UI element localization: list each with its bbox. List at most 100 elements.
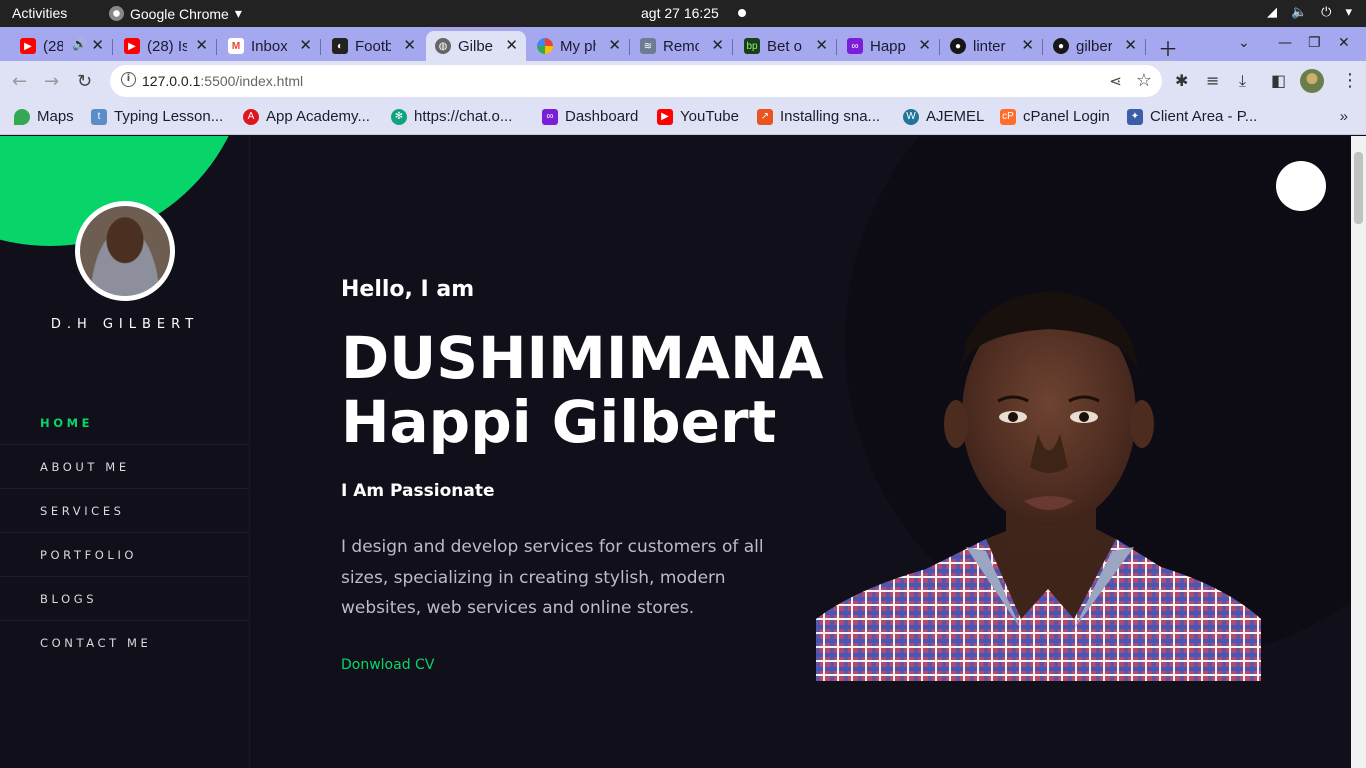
tab-title: linter bbox=[973, 37, 1006, 55]
gmail-icon: M bbox=[228, 38, 244, 54]
forward-icon[interactable]: → bbox=[44, 71, 59, 92]
close-window-icon[interactable]: ✕ bbox=[1338, 35, 1350, 51]
tab[interactable]: ≋ Remo ✕ bbox=[632, 31, 733, 61]
extensions-icon[interactable]: ✱ bbox=[1175, 71, 1188, 90]
address-bar[interactable]: i 127.0.0.1:5500/index.html ⋖ ☆ bbox=[110, 65, 1162, 97]
bookmark-item[interactable]: ✦ Client Area - P... bbox=[1127, 108, 1257, 125]
nav-item-blogs[interactable]: BLOGS bbox=[0, 577, 249, 621]
tab[interactable]: M Inbox ✕ bbox=[220, 31, 321, 61]
portrait-photo bbox=[816, 289, 1261, 681]
nav-item-contact-me[interactable]: CONTACT ME bbox=[0, 621, 249, 665]
close-tab-icon[interactable]: ✕ bbox=[195, 36, 208, 54]
close-tab-icon[interactable]: ✕ bbox=[299, 36, 312, 54]
maximize-icon[interactable]: ❐ bbox=[1308, 35, 1321, 51]
nav-item-home[interactable]: HOME bbox=[0, 401, 249, 445]
close-tab-icon[interactable]: ✕ bbox=[815, 36, 828, 54]
tab-title: Bet or bbox=[767, 37, 803, 55]
reload-icon[interactable]: ↻ bbox=[77, 71, 92, 92]
tab-title: Happ bbox=[870, 37, 906, 55]
bookmark-item[interactable]: ↗ Installing sna... bbox=[757, 108, 880, 125]
close-tab-icon[interactable]: ✕ bbox=[403, 36, 416, 54]
tab[interactable]: My ph ✕ bbox=[529, 31, 630, 61]
new-tab-icon[interactable]: ＋ bbox=[1158, 33, 1178, 62]
bookmark-label: Installing sna... bbox=[780, 108, 881, 125]
close-tab-icon[interactable]: ✕ bbox=[505, 36, 518, 54]
site-info-icon[interactable]: i bbox=[121, 72, 136, 87]
nav-item-about-me[interactable]: ABOUT ME bbox=[0, 445, 249, 489]
bookmark-label: cPanel Login bbox=[1023, 108, 1110, 125]
nav-item-portfolio[interactable]: PORTFOLIO bbox=[0, 533, 249, 577]
bookmark-item[interactable]: cP cPanel Login bbox=[1000, 108, 1110, 125]
audio-playing-icon[interactable]: 🔊 bbox=[72, 37, 87, 51]
power-icon: ⏻ bbox=[1321, 4, 1332, 19]
hero-name: DUSHIMIMANA Happi Gilbert bbox=[341, 326, 823, 454]
hero-description: I design and develop services for custom… bbox=[341, 537, 764, 618]
app-name-label: Google Chrome bbox=[130, 5, 229, 22]
close-tab-icon[interactable]: ✕ bbox=[711, 36, 724, 54]
scrollbar-thumb[interactable] bbox=[1354, 152, 1363, 224]
tab-strip: ▶ (28 🔊 ✕ ▶ (28) Is ✕ M Inbox ✕ ◐ Footb … bbox=[0, 27, 1366, 61]
page-scrollbar[interactable] bbox=[1351, 136, 1366, 768]
bookmarks-bar: Maps t Typing Lesson... A App Academy... ✻… bbox=[0, 101, 1366, 135]
openai-icon: ✻ bbox=[391, 108, 407, 125]
tab-search-icon[interactable]: ⌄ bbox=[1238, 35, 1250, 51]
tab-separator bbox=[216, 39, 217, 55]
minimize-icon[interactable]: — bbox=[1278, 35, 1292, 51]
close-tab-icon[interactable]: ✕ bbox=[1021, 36, 1034, 54]
app-academy-icon: A bbox=[243, 108, 259, 125]
tab[interactable]: ● gilber ✕ bbox=[1045, 31, 1146, 61]
close-tab-icon[interactable]: ✕ bbox=[918, 36, 931, 54]
system-tray[interactable]: ◢ 🔈 ⏻ ▾ bbox=[1267, 4, 1352, 20]
chrome-icon bbox=[109, 6, 124, 21]
bookmark-item[interactable]: ∞ Dashboard bbox=[542, 108, 638, 125]
wifi-icon: ◢ bbox=[1266, 4, 1277, 19]
activities-button[interactable]: Activities bbox=[12, 5, 67, 21]
bookmark-label: YouTube bbox=[680, 108, 739, 125]
site-brand[interactable]: D.H GILBERT bbox=[0, 317, 249, 332]
bookmark-item[interactable]: W AJEMEL bbox=[903, 108, 984, 125]
tab[interactable]: bp Bet or ✕ bbox=[736, 31, 837, 61]
close-tab-icon[interactable]: ✕ bbox=[91, 36, 104, 54]
bookmark-item[interactable]: t Typing Lesson... bbox=[91, 108, 223, 125]
caret-down-icon: ▾ bbox=[1345, 4, 1352, 19]
back-icon[interactable]: ← bbox=[12, 71, 27, 92]
more-bookmarks-icon[interactable]: » bbox=[1340, 108, 1348, 125]
profile-avatar-icon[interactable] bbox=[1300, 69, 1324, 93]
tab[interactable]: ∞ Happ ✕ bbox=[839, 31, 940, 61]
bookmark-item[interactable]: ▶ YouTube bbox=[657, 108, 739, 125]
profile-avatar bbox=[75, 201, 175, 301]
tab[interactable]: ▶ (28 🔊 ✕ bbox=[12, 31, 113, 61]
app-menu[interactable]: Google Chrome ▾ bbox=[109, 5, 242, 22]
nav-item-services[interactable]: SERVICES bbox=[0, 489, 249, 533]
theme-toggle-button[interactable] bbox=[1276, 161, 1326, 211]
tab-separator bbox=[939, 39, 940, 55]
tab[interactable]: ◐ Footb ✕ bbox=[324, 31, 424, 61]
url-text[interactable]: 127.0.0.1:5500/index.html bbox=[142, 73, 303, 89]
download-icon[interactable]: ⤓ bbox=[1239, 71, 1246, 91]
bookmark-star-icon[interactable]: ☆ bbox=[1136, 70, 1152, 91]
hero-tagline: I Am Passionate bbox=[341, 481, 495, 501]
close-tab-icon[interactable]: ✕ bbox=[608, 36, 621, 54]
google-photos-icon bbox=[537, 38, 553, 54]
browser-toolbar: ← → ↻ i 127.0.0.1:5500/index.html ⋖ ☆ ✱ … bbox=[0, 61, 1366, 101]
tab[interactable]: ● linter ✕ bbox=[942, 31, 1043, 61]
bookmark-item[interactable]: Maps bbox=[14, 108, 74, 125]
stack-icon: ≋ bbox=[640, 38, 656, 54]
bookmark-item[interactable]: ✻ https://chat.o... bbox=[391, 108, 512, 125]
youtube-icon: ▶ bbox=[657, 108, 673, 125]
download-cv-link[interactable]: Donwload CV bbox=[341, 657, 434, 673]
tab-active[interactable]: ◍ Gilber ✕ bbox=[426, 31, 526, 61]
close-tab-icon[interactable]: ✕ bbox=[1124, 36, 1137, 54]
tab[interactable]: ▶ (28) Is ✕ bbox=[116, 31, 217, 61]
bookmark-label: Client Area - P... bbox=[1150, 108, 1258, 125]
notification-dot-icon bbox=[738, 9, 746, 17]
share-icon[interactable]: ⋖ bbox=[1109, 72, 1122, 90]
bookmark-label: Maps bbox=[37, 108, 74, 125]
more-menu-icon[interactable]: ⋮ bbox=[1341, 70, 1359, 91]
media-controls-icon[interactable]: ≡ bbox=[1206, 71, 1219, 90]
tab-title: (28) Is bbox=[147, 37, 187, 55]
side-panel-icon[interactable]: ◧ bbox=[1271, 71, 1286, 90]
youtube-icon: ▶ bbox=[124, 38, 140, 54]
clock[interactable]: agt 27 16:25 bbox=[641, 5, 719, 21]
bookmark-item[interactable]: A App Academy... bbox=[243, 108, 370, 125]
